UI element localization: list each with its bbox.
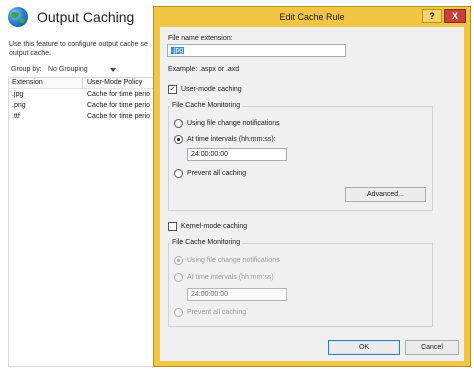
help-button[interactable]: ? xyxy=(422,9,442,23)
user-mode-group-title: File Cache Monitoring xyxy=(170,102,243,109)
list-item[interactable]: .png Cache for time perio xyxy=(9,102,156,112)
globe-icon xyxy=(8,7,28,27)
edit-cache-rule-dialog: Edit Cache Rule ? X File name extension:… xyxy=(153,6,471,367)
user-mode-caching-label: User-mode caching xyxy=(181,86,242,93)
user-time-intervals-label: At time intervals (hh:mm:ss): xyxy=(187,136,276,143)
cancel-button[interactable]: Cancel xyxy=(405,340,459,355)
dialog-titlebar[interactable]: Edit Cache Rule ? X xyxy=(154,7,470,27)
example-text: Example: .aspx or .axd xyxy=(168,66,240,73)
list-header: Extension User-Mode Policy xyxy=(9,78,156,89)
kernel-mode-caching-checkbox[interactable] xyxy=(168,222,177,231)
group-by-select[interactable]: No Grouping xyxy=(48,64,120,75)
kernel-mode-group-title: File Cache Monitoring xyxy=(170,239,243,246)
cache-rules-list[interactable]: Extension User-Mode Policy .jpg Cache fo… xyxy=(8,77,156,367)
user-change-notifications-label: Using file change notifications xyxy=(187,120,280,127)
kernel-interval-input[interactable]: 24:00:00:00 xyxy=(187,288,287,301)
list-item[interactable]: .ttf Cache for time perio xyxy=(9,113,156,123)
ok-button[interactable]: OK xyxy=(328,340,400,355)
list-item[interactable]: .jpg Cache for time perio xyxy=(9,91,156,101)
kernel-change-notifications-label: Using file change notifications xyxy=(187,257,280,264)
user-time-intervals-radio[interactable] xyxy=(174,135,183,144)
user-mode-caching-checkbox[interactable]: ✓ xyxy=(168,85,177,94)
chevron-down-icon xyxy=(110,67,116,72)
kernel-time-intervals-label: At time intervals (hh:mm:ss) xyxy=(187,274,274,281)
advanced-button[interactable]: Advanced... xyxy=(345,187,426,202)
group-by-label: Group by: xyxy=(11,66,42,73)
file-name-extension-input[interactable]: .jpg xyxy=(167,44,346,57)
kernel-mode-caching-label: Kernel-mode caching xyxy=(181,223,248,230)
close-button[interactable]: X xyxy=(444,9,466,23)
kernel-prevent-caching-label: Prevent all caching xyxy=(187,309,247,316)
user-interval-input[interactable]: 24:00:00:00 xyxy=(187,148,287,161)
user-change-notifications-radio[interactable] xyxy=(174,119,183,128)
page-title: Output Caching xyxy=(37,9,135,25)
file-name-label: File name extension: xyxy=(168,35,233,42)
dialog-body: File name extension: .jpg Example: .aspx… xyxy=(160,27,464,361)
column-header-extension[interactable]: Extension xyxy=(12,79,43,86)
user-prevent-caching-radio[interactable] xyxy=(174,169,183,178)
user-prevent-caching-label: Prevent all caching xyxy=(187,170,247,177)
kernel-prevent-caching-radio[interactable] xyxy=(174,308,183,317)
column-header-user-mode-policy[interactable]: User-Mode Policy xyxy=(87,79,142,86)
page-description: Use this feature to configure output cac… xyxy=(9,41,148,57)
kernel-time-intervals-radio[interactable] xyxy=(174,273,183,282)
kernel-change-notifications-radio[interactable] xyxy=(174,256,183,265)
